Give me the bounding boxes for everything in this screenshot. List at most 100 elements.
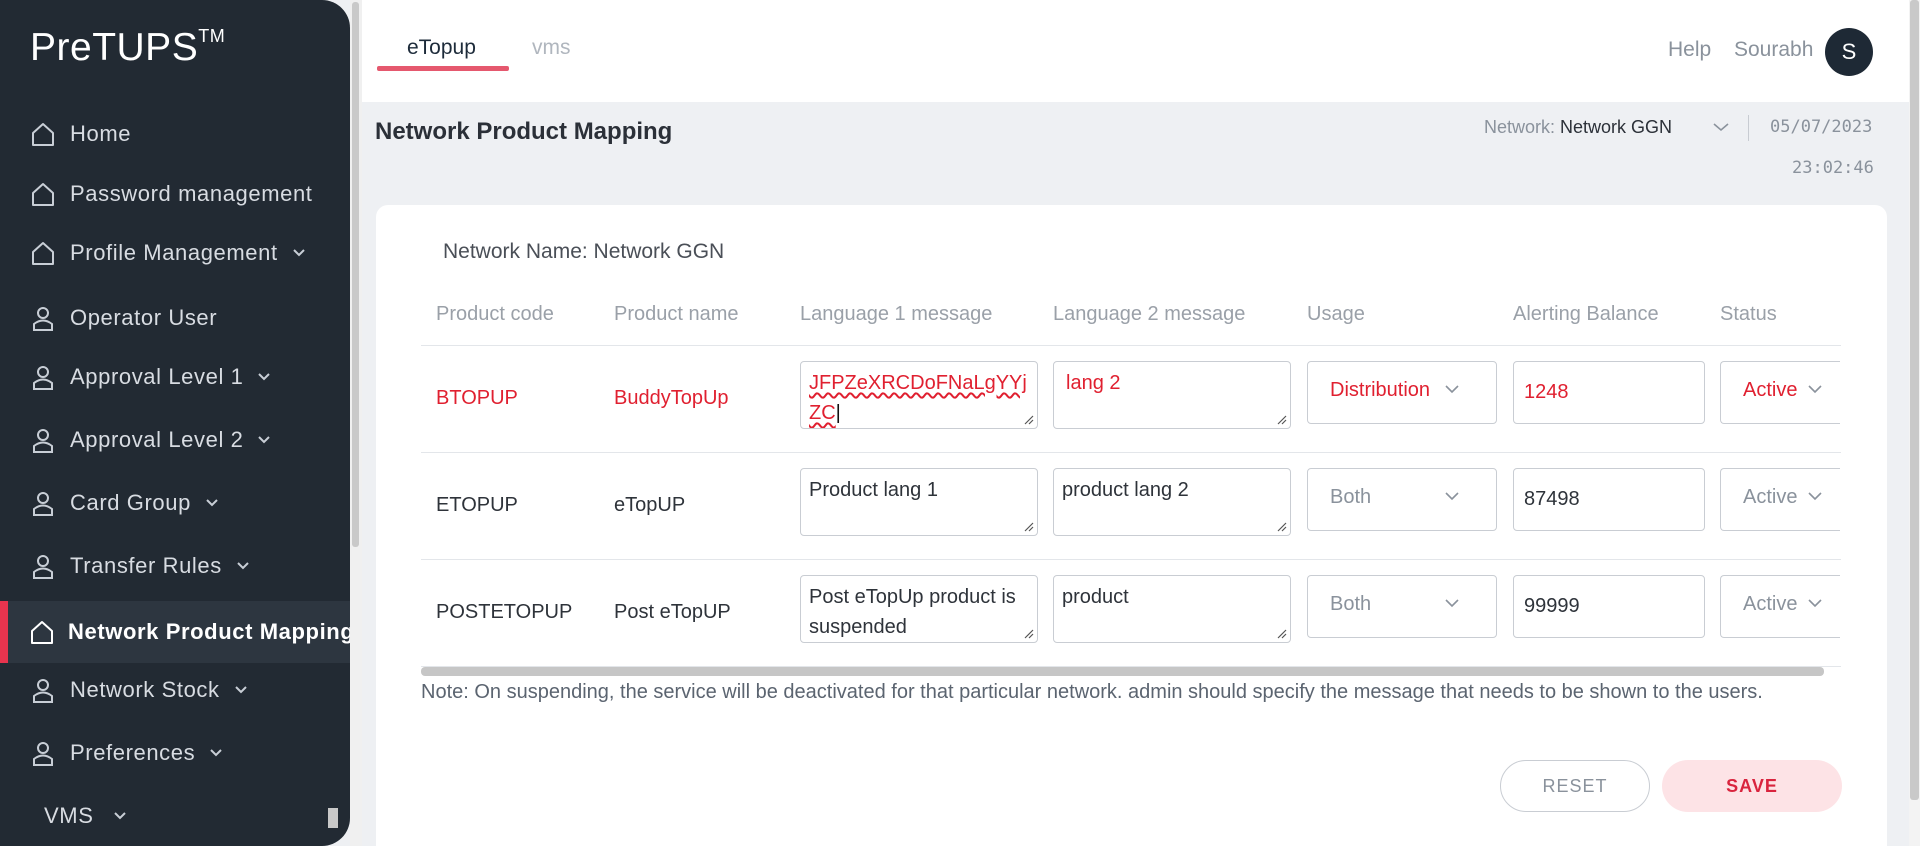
resize-grip-icon[interactable] <box>1022 520 1034 532</box>
help-link[interactable]: Help <box>1668 38 1711 62</box>
sidebar-item-label: Approval Level 1 <box>70 364 244 389</box>
sidebar-item-operator-user[interactable]: Operator User <box>0 289 350 347</box>
top-bar: eTopup vms Help Sourabh S <box>362 0 1909 102</box>
chevron-down-icon <box>1445 492 1459 501</box>
column-header-product-code: Product code <box>436 303 554 325</box>
save-button[interactable]: SAVE <box>1662 760 1842 812</box>
home-icon <box>28 119 58 149</box>
sidebar-item-label: VMS <box>44 803 94 828</box>
product-name: BuddyTopUp <box>614 387 729 409</box>
user-icon <box>28 425 58 455</box>
reset-button[interactable]: RESET <box>1500 760 1650 812</box>
user-icon <box>28 362 58 392</box>
user-icon <box>28 551 58 581</box>
avatar[interactable]: S <box>1825 28 1873 76</box>
network-value: Network GGN <box>1560 117 1673 137</box>
product-name: eTopUP <box>614 494 686 516</box>
usage-select[interactable]: Distribution <box>1307 361 1497 424</box>
language-1-message-field[interactable]: Product lang 1 <box>800 468 1038 536</box>
divider <box>421 452 1841 453</box>
sidebar-item-password-management[interactable]: Password management <box>0 165 350 223</box>
usage-select[interactable]: Both <box>1307 575 1497 638</box>
usage-select[interactable]: Both <box>1307 468 1497 531</box>
chevron-down-icon[interactable] <box>1712 120 1730 138</box>
alerting-balance-field[interactable]: 87498 <box>1513 468 1705 531</box>
sidebar-item-approval-level-2[interactable]: Approval Level 2 <box>0 411 350 469</box>
divider <box>1748 115 1749 141</box>
resize-grip-icon[interactable] <box>1275 520 1287 532</box>
sidebar-item-card-group[interactable]: Card Group <box>0 474 350 532</box>
chevron-down-icon <box>209 745 225 761</box>
sidebar-item-vms[interactable]: VMS <box>0 787 350 845</box>
chevron-down-icon <box>292 245 308 261</box>
sidebar-item-label: Card Group <box>70 490 191 515</box>
home-icon <box>28 238 58 268</box>
note-text: Note: On suspending, the service will be… <box>421 681 1763 703</box>
status-select[interactable]: Active <box>1720 575 1840 638</box>
chevron-down-icon <box>1445 599 1459 608</box>
chevron-down-icon <box>1808 385 1822 394</box>
chevron-down-icon <box>236 558 252 574</box>
sidebar-item-label: Home <box>70 121 132 146</box>
user-name[interactable]: Sourabh <box>1734 38 1813 62</box>
user-icon <box>28 488 58 518</box>
page-scrollbar-thumb[interactable] <box>1910 0 1919 800</box>
sidebar-item-network-product-mapping[interactable]: Network Product Mapping <box>0 601 350 663</box>
sidebar-scrollbar-thumb[interactable] <box>352 2 359 547</box>
sidebar-item-label: Operator User <box>70 305 218 330</box>
sidebar-item-label: Network Product Mapping <box>68 619 350 644</box>
chevron-down-icon <box>1808 599 1822 608</box>
language-2-message-field[interactable]: product lang 2 <box>1053 468 1291 536</box>
product-code: POSTETOPUP <box>436 601 573 623</box>
resize-grip-icon[interactable] <box>1022 413 1034 425</box>
network-name: Network Name: Network GGN <box>443 240 725 263</box>
sidebar-item-label: Profile Management <box>70 240 278 265</box>
user-icon <box>28 738 58 768</box>
chevron-down-icon <box>257 369 273 385</box>
active-tab-indicator <box>377 66 509 71</box>
network-selector[interactable]: Network: Network GGN <box>1484 117 1672 138</box>
home-icon <box>28 617 56 647</box>
divider <box>421 345 1841 346</box>
sidebar: PreTUPSTM Home Password management Profi… <box>0 0 350 846</box>
sidebar-scroll-handle[interactable] <box>328 808 338 828</box>
sidebar-item-home[interactable]: Home <box>0 105 350 163</box>
home-icon <box>28 179 58 209</box>
current-date: 05/07/2023 <box>1770 117 1873 137</box>
sidebar-item-approval-level-1[interactable]: Approval Level 1 <box>0 348 350 406</box>
alerting-balance-field[interactable]: 1248 <box>1513 361 1705 424</box>
sidebar-item-label: Network Stock <box>70 677 220 702</box>
table-horizontal-scrollbar[interactable] <box>421 667 1824 676</box>
language-2-message-field[interactable]: product <box>1053 575 1291 643</box>
column-header-usage: Usage <box>1307 303 1365 325</box>
sidebar-item-preferences[interactable]: Preferences <box>0 724 350 782</box>
language-1-message-field[interactable]: JFPZeXRCDoFNaLgYYjZC| <box>800 361 1038 429</box>
product-code: ETOPUP <box>436 494 518 516</box>
chevron-down-icon <box>1808 492 1822 501</box>
tab-etopup[interactable]: eTopup <box>407 36 476 60</box>
sidebar-item-label: Password management <box>70 181 313 206</box>
sidebar-item-label: Approval Level 2 <box>70 427 244 452</box>
language-2-message-field[interactable]: lang 2 <box>1053 361 1291 429</box>
alerting-balance-field[interactable]: 99999 <box>1513 575 1705 638</box>
column-header-language-1: Language 1 message <box>800 303 993 325</box>
product-code: BTOPUP <box>436 387 518 409</box>
resize-grip-icon[interactable] <box>1275 627 1287 639</box>
resize-grip-icon[interactable] <box>1275 413 1287 425</box>
column-header-language-2: Language 2 message <box>1053 303 1246 325</box>
status-select[interactable]: Active <box>1720 468 1840 531</box>
sidebar-item-transfer-rules[interactable]: Transfer Rules <box>0 537 350 595</box>
sidebar-item-network-stock[interactable]: Network Stock <box>0 661 350 719</box>
chevron-down-icon <box>234 682 250 698</box>
page-title: Network Product Mapping <box>375 118 673 145</box>
resize-grip-icon[interactable] <box>1022 627 1034 639</box>
sidebar-item-profile-management[interactable]: Profile Management <box>0 224 350 282</box>
column-header-status: Status <box>1720 303 1777 325</box>
sidebar-item-label: Transfer Rules <box>70 553 222 578</box>
tab-vms[interactable]: vms <box>532 36 571 60</box>
status-select[interactable]: Active <box>1720 361 1840 424</box>
user-icon <box>28 303 58 333</box>
chevron-down-icon <box>257 432 273 448</box>
language-1-message-field[interactable]: Post eTopUp product is suspended <box>800 575 1038 643</box>
column-header-alerting-balance: Alerting Balance <box>1513 303 1659 325</box>
